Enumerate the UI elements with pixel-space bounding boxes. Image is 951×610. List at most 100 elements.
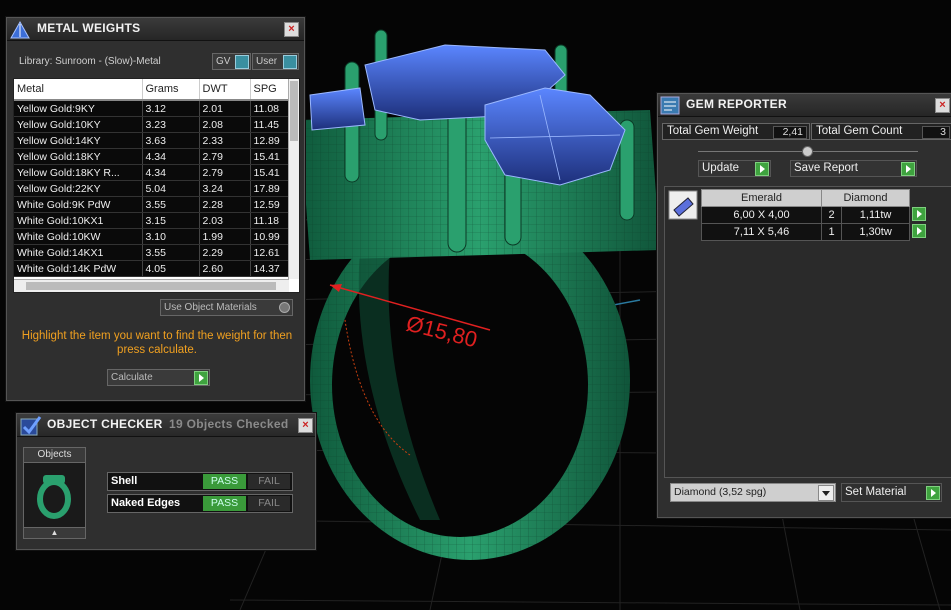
play-arrow-icon[interactable] xyxy=(901,162,915,176)
table-cell: 12.61 xyxy=(250,244,290,261)
play-arrow-icon[interactable] xyxy=(912,223,927,238)
table-row[interactable]: Yellow Gold:22KY 5.04 3.24 17.89 xyxy=(14,180,290,197)
total-gem-weight-label: Total Gem Weight xyxy=(667,125,759,137)
table-cell: 3.63 xyxy=(142,132,200,149)
total-gem-weight: Total Gem Weight 2,41 xyxy=(662,123,810,140)
radio-icon[interactable] xyxy=(279,302,290,313)
table-cell: 3.55 xyxy=(142,244,200,261)
expand-arrow-icon[interactable]: ▲ xyxy=(24,527,85,538)
scale-icon xyxy=(10,20,30,39)
material-select[interactable]: Diamond (3,52 spg) xyxy=(670,483,836,502)
table-cell: 12.59 xyxy=(250,196,290,213)
calculate-button[interactable]: Calculate xyxy=(107,369,210,386)
table-cell: 2.29 xyxy=(199,244,251,261)
table-cell: 2.01 xyxy=(199,100,251,117)
update-button[interactable]: Update xyxy=(698,160,771,177)
fail-indicator: FAIL xyxy=(248,474,290,489)
fail-indicator: FAIL xyxy=(248,496,290,511)
table-row[interactable]: Yellow Gold:18KY 4.34 2.79 15.41 xyxy=(14,148,290,165)
gem-reporter-titlebar[interactable]: GEM REPORTER × xyxy=(658,94,951,117)
table-row[interactable]: Yellow Gold:18KY R... 4.34 2.79 15.41 xyxy=(14,164,290,181)
column-header[interactable]: Metal xyxy=(14,79,143,101)
gem-row-action xyxy=(910,223,929,241)
close-icon[interactable]: × xyxy=(284,22,299,37)
chevron-down-icon[interactable] xyxy=(818,485,834,501)
divider-knob-icon[interactable] xyxy=(802,146,813,157)
table-cell: Yellow Gold:14KY xyxy=(14,132,143,149)
use-object-materials-label: Use Object Materials xyxy=(164,302,257,313)
toggle-icon[interactable] xyxy=(283,55,297,69)
table-row[interactable]: Yellow Gold:14KY 3.63 2.33 12.89 xyxy=(14,132,290,149)
object-checker-titlebar[interactable]: OBJECT CHECKER 19 Objects Checked × xyxy=(17,414,315,437)
table-row[interactable]: White Gold:10KW 3.10 1.99 10.99 xyxy=(14,228,290,245)
table-row[interactable]: Yellow Gold:9KY 3.12 2.01 11.08 xyxy=(14,100,290,117)
table-cell: White Gold:14K PdW xyxy=(14,260,143,277)
play-arrow-icon[interactable] xyxy=(926,486,940,500)
table-cell: 2.79 xyxy=(199,164,251,181)
table-cell: 11.45 xyxy=(250,116,290,133)
table-cell: 3.10 xyxy=(142,228,200,245)
gv-toggle[interactable]: GV xyxy=(212,53,251,70)
checkmark-icon xyxy=(20,416,42,436)
save-report-label: Save Report xyxy=(794,162,858,174)
play-arrow-icon[interactable] xyxy=(912,206,926,221)
table-row[interactable]: White Gold:9K PdW 3.55 2.28 12.59 xyxy=(14,196,290,213)
user-toggle[interactable]: User xyxy=(252,53,299,70)
gem-row[interactable]: 6,00 X 4,00 2 1,11tw xyxy=(701,206,929,224)
table-cell: Yellow Gold:18KY R... xyxy=(14,164,143,181)
table-cell: 3.12 xyxy=(142,100,200,117)
close-icon[interactable]: × xyxy=(935,98,950,113)
instruction-text: Highlight the item you want to find the … xyxy=(21,330,293,356)
table-cell: 4.34 xyxy=(142,148,200,165)
gem-table[interactable]: Emerald Diamond 6,00 X 4,00 2 1,11tw 7,11 X… xyxy=(701,189,929,241)
table-cell: 14.37 xyxy=(250,260,290,277)
objects-label: Objects xyxy=(24,448,85,463)
horizontal-scrollbar[interactable] xyxy=(14,279,289,292)
column-header[interactable]: Diamond xyxy=(821,189,910,207)
material-select-value: Diamond (3,52 spg) xyxy=(674,486,767,498)
table-cell: 2.33 xyxy=(199,132,251,149)
table-cell: 17.89 xyxy=(250,180,290,197)
table-cell: Yellow Gold:22KY xyxy=(14,180,143,197)
column-header[interactable]: SPG xyxy=(250,79,290,101)
table-cell: 4.05 xyxy=(142,260,200,277)
objects-checked-status: 19 Objects Checked xyxy=(169,417,289,431)
table-cell: 11.18 xyxy=(250,212,290,229)
toggle-icon[interactable] xyxy=(235,55,249,69)
objects-thumbnail[interactable]: Objects ▲ xyxy=(23,447,86,539)
metal-table[interactable]: Metal Grams DWT SPG Yellow Gold:9KY 3.12 2… xyxy=(13,78,300,293)
table-row[interactable]: White Gold:14K PdW 4.05 2.60 14.37 xyxy=(14,260,290,277)
gem-size-cell: 6,00 X 4,00 xyxy=(701,206,822,224)
calculate-label: Calculate xyxy=(111,372,153,383)
play-arrow-icon[interactable] xyxy=(755,162,769,176)
table-cell: 2.60 xyxy=(199,260,251,277)
column-header[interactable]: DWT xyxy=(199,79,251,101)
save-report-button[interactable]: Save Report xyxy=(790,160,917,177)
table-row[interactable]: White Gold:10KX1 3.15 2.03 11.18 xyxy=(14,212,290,229)
gem-weight-cell: 1,30tw xyxy=(841,223,910,241)
gem-reporter-panel: GEM REPORTER × Total Gem Weight 2,41 Tot… xyxy=(657,93,951,518)
column-header[interactable]: Emerald xyxy=(701,189,822,207)
total-gem-count-label: Total Gem Count xyxy=(816,125,903,137)
pass-indicator: PASS xyxy=(203,496,246,511)
column-header[interactable]: Grams xyxy=(142,79,200,101)
table-cell: White Gold:10KX1 xyxy=(14,212,143,229)
table-cell: Yellow Gold:18KY xyxy=(14,148,143,165)
total-gem-count-value: 3 xyxy=(922,126,950,139)
table-row[interactable]: White Gold:14KX1 3.55 2.29 12.61 xyxy=(14,244,290,261)
play-arrow-icon[interactable] xyxy=(194,371,208,385)
table-row[interactable]: Yellow Gold:10KY 3.23 2.08 11.45 xyxy=(14,116,290,133)
use-object-materials-option[interactable]: Use Object Materials xyxy=(160,299,293,316)
table-cell: 3.15 xyxy=(142,212,200,229)
metal-weights-titlebar[interactable]: METAL WEIGHTS × xyxy=(7,18,304,41)
vertical-scrollbar[interactable] xyxy=(288,79,299,279)
gem-table-area: Emerald Diamond 6,00 X 4,00 2 1,11tw 7,11 X… xyxy=(664,186,951,478)
gem-row-action xyxy=(910,206,929,224)
set-material-button[interactable]: Set Material xyxy=(841,483,942,502)
gem-row[interactable]: 7,11 X 5,46 1 1,30tw xyxy=(701,223,929,241)
gem-count-cell: 1 xyxy=(820,223,843,241)
close-icon[interactable]: × xyxy=(298,418,313,433)
report-icon xyxy=(660,96,680,115)
total-gem-weight-value: 2,41 xyxy=(773,126,807,139)
table-cell: Yellow Gold:10KY xyxy=(14,116,143,133)
